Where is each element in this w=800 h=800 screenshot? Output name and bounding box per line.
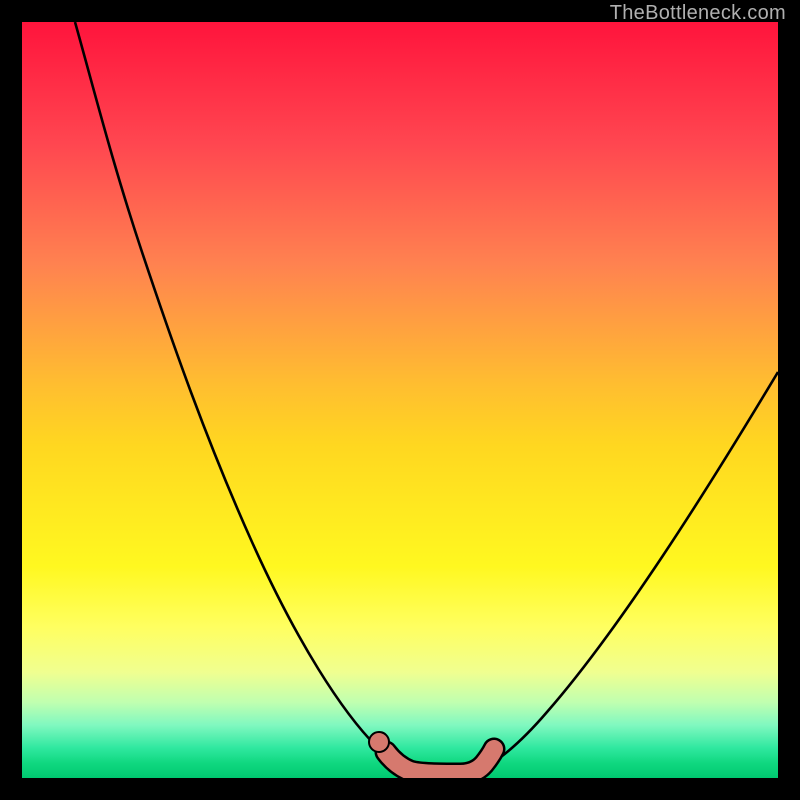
plot-area (22, 22, 778, 778)
curve-layer (22, 22, 778, 778)
curve-left-branch (75, 22, 417, 773)
curve-right-branch (472, 372, 778, 773)
chart-frame: TheBottleneck.com (0, 0, 800, 800)
optimal-zone-highlight (369, 732, 494, 774)
